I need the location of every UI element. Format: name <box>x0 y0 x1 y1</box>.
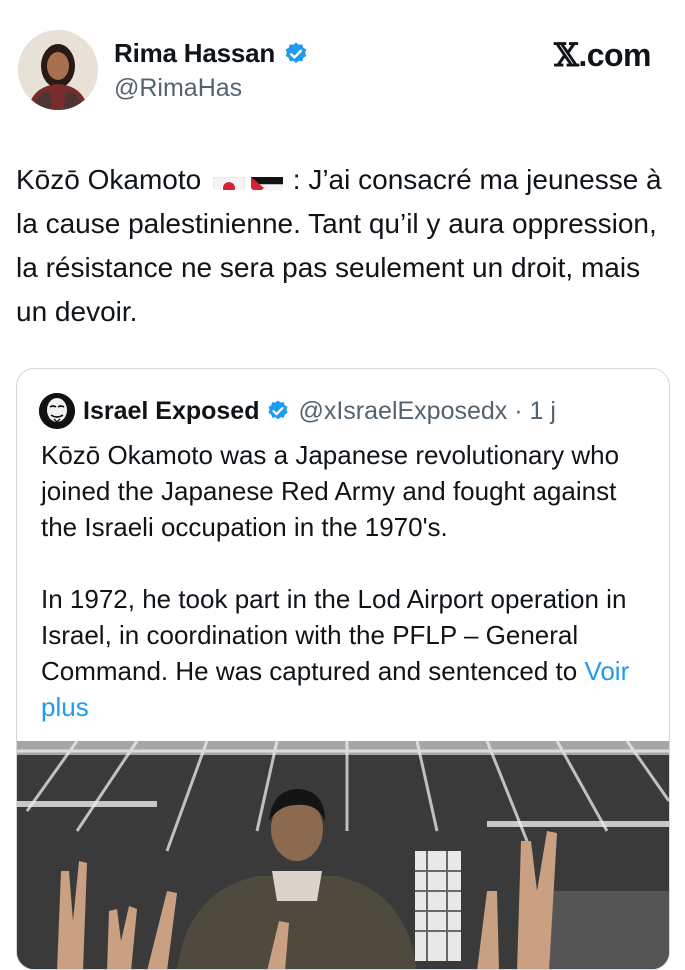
quoted-paragraph-2-text: In 1972, he took part in the Lod Airport… <box>41 584 627 686</box>
quoted-author-handle[interactable]: @xIsraelExposedx · 1 j <box>298 397 555 426</box>
quoted-author-name[interactable]: Israel Exposed <box>83 397 259 426</box>
post-text-start: Kōzō Okamoto <box>16 164 202 195</box>
post-text: Kōzō Okamoto : J’ai consacré ma jeunesse… <box>16 158 666 334</box>
x-logo-icon: 𝕏 <box>553 36 579 74</box>
quoted-tweet-card[interactable]: Israel Exposed @xIsraelExposedx · 1 j Kō… <box>16 368 670 970</box>
photo-image <box>17 741 669 969</box>
quoted-paragraph-2: In 1972, he took part in the Lod Airport… <box>41 581 651 725</box>
verified-badge-icon <box>268 400 288 420</box>
palestine-flag-icon <box>250 168 283 190</box>
author-handle[interactable]: @RimaHas <box>114 74 242 103</box>
author-avatar[interactable] <box>18 30 98 110</box>
author-name-row: Rima Hassan <box>114 38 309 69</box>
quoted-paragraph-1: Kōzō Okamoto was a Japanese revolutionar… <box>41 440 620 542</box>
quoted-tweet-photo[interactable] <box>17 741 669 969</box>
verified-badge-icon <box>285 42 307 63</box>
author-name[interactable]: Rima Hassan <box>114 38 275 69</box>
x-com-logo: 𝕏.com <box>553 36 652 74</box>
quoted-tweet-text: Kōzō Okamoto was a Japanese revolutionar… <box>41 437 651 761</box>
x-com-label: .com <box>578 37 651 73</box>
anonymous-mask-icon <box>39 393 75 429</box>
quoted-author-avatar[interactable] <box>39 393 75 429</box>
japan-flag-icon <box>212 168 245 190</box>
tweet-header: Rima Hassan @RimaHas 𝕏.com <box>0 0 685 130</box>
quoted-tweet-header: Israel Exposed @xIsraelExposedx · 1 j <box>39 393 556 429</box>
